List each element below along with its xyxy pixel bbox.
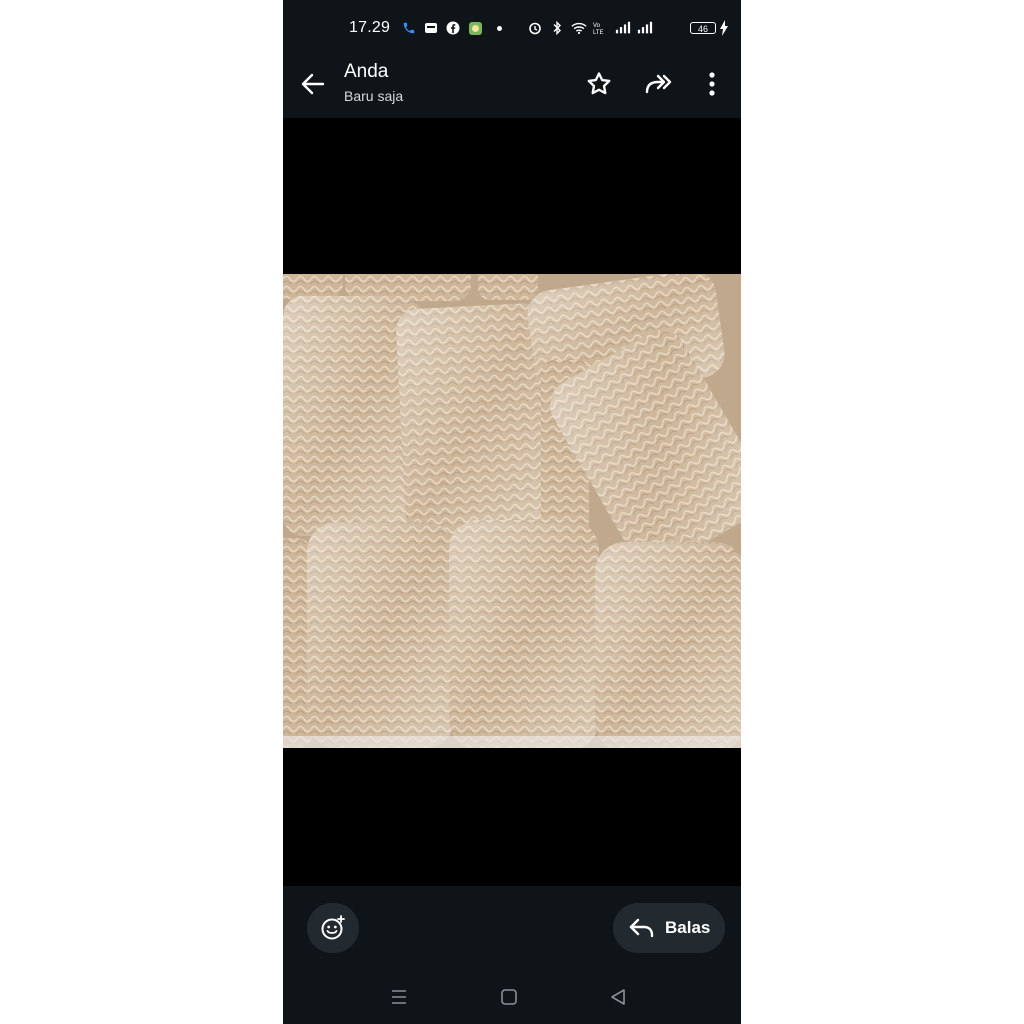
more-vertical-icon bbox=[709, 72, 715, 96]
svg-text:Vo: Vo bbox=[593, 23, 601, 29]
sender-title: Anda bbox=[344, 61, 389, 82]
reply-button-label: Balas bbox=[665, 918, 711, 937]
star-icon bbox=[587, 72, 611, 95]
facebook-icon bbox=[445, 20, 461, 36]
media-viewer[interactable] bbox=[283, 118, 741, 886]
square-home-icon bbox=[501, 989, 517, 1005]
bluetooth-icon bbox=[549, 20, 565, 36]
reply-arrow-icon bbox=[629, 918, 654, 938]
banking-app-icon bbox=[423, 20, 439, 36]
phone-call-icon bbox=[401, 20, 417, 36]
recent-apps-button[interactable] bbox=[390, 988, 408, 1006]
battery-icon: 46 bbox=[690, 22, 716, 34]
status-time: 17.29 bbox=[349, 19, 391, 36]
noodle-packages-photo bbox=[283, 274, 741, 748]
timestamp-subtitle: Baru saja bbox=[344, 88, 404, 104]
home-button[interactable] bbox=[500, 988, 518, 1006]
alarm-icon bbox=[527, 20, 543, 36]
star-button[interactable] bbox=[585, 70, 613, 98]
arrow-left-icon bbox=[301, 73, 325, 95]
notification-dot bbox=[497, 25, 502, 31]
forward-button[interactable] bbox=[643, 70, 673, 98]
bottom-bar: Balas bbox=[283, 886, 741, 1024]
app-icon bbox=[467, 20, 483, 36]
back-button[interactable] bbox=[299, 70, 327, 98]
react-emoji-button[interactable] bbox=[307, 903, 359, 953]
volte-icon: Vo LTE bbox=[593, 20, 609, 36]
app-bar: Anda Baru saja bbox=[283, 56, 741, 118]
reply-button[interactable]: Balas bbox=[613, 903, 725, 953]
forward-icon bbox=[645, 74, 672, 94]
signal-icon-2 bbox=[637, 20, 653, 36]
wifi-icon bbox=[571, 20, 587, 36]
system-back-button[interactable] bbox=[609, 988, 627, 1006]
signal-icon bbox=[615, 20, 631, 36]
system-nav-bar bbox=[283, 980, 741, 1024]
svg-text:LTE: LTE bbox=[593, 30, 604, 35]
phone-screen: 17.29 Vo LTE 46 Anda Baru saja Balas bbox=[283, 0, 741, 1024]
add-reaction-icon bbox=[321, 915, 345, 940]
triangle-back-icon bbox=[611, 989, 625, 1005]
status-bar: 17.29 Vo LTE 46 bbox=[283, 0, 741, 56]
menu-icon bbox=[392, 990, 406, 1004]
charging-icon bbox=[719, 20, 729, 36]
more-options-button[interactable] bbox=[701, 70, 723, 98]
